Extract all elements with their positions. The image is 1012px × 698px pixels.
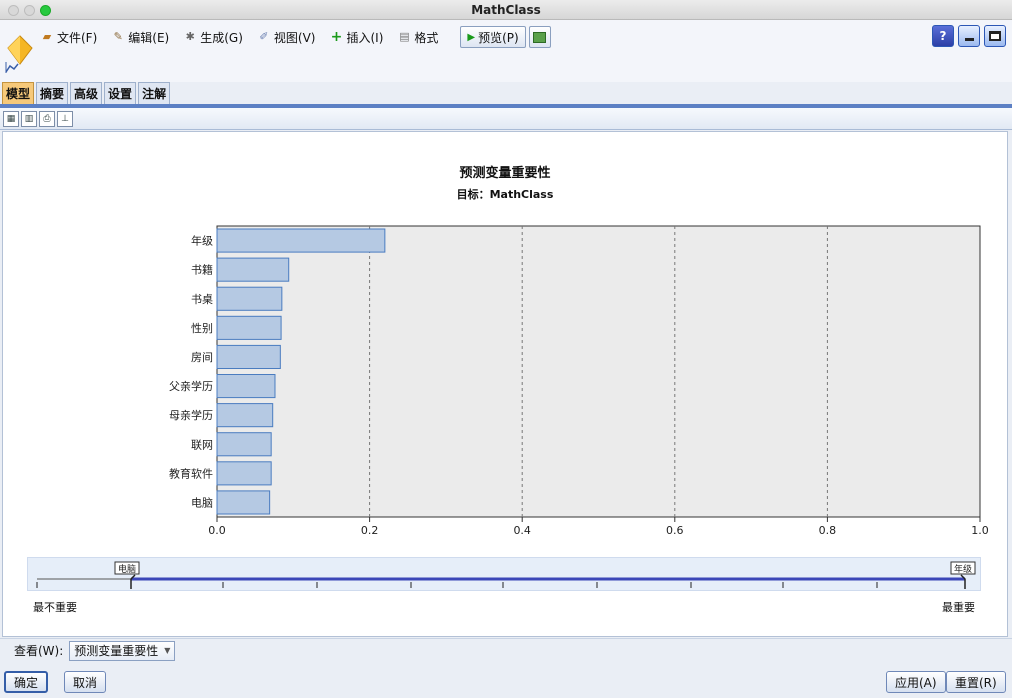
menu-file[interactable]: ▰ 文件(F) xyxy=(40,29,98,46)
tab-annotations[interactable]: 注解 xyxy=(138,82,171,104)
collapse-all-icon[interactable]: ▥ xyxy=(21,110,37,127)
category-label: 电脑 xyxy=(191,496,213,509)
bar xyxy=(216,490,271,515)
ok-button[interactable]: 确定 xyxy=(4,671,49,693)
window-title: MathClass xyxy=(471,3,541,17)
sub-toolbar: ▦ ▥ ⎙ ⊥ xyxy=(0,108,1012,130)
question-icon: ? xyxy=(939,29,947,43)
x-tick-label: 0.6 xyxy=(666,524,684,537)
help-button[interactable]: ? xyxy=(932,25,954,47)
x-tick-label: 0.4 xyxy=(513,524,531,537)
minimize-button[interactable] xyxy=(958,25,980,47)
play-icon: ▶ xyxy=(467,31,476,43)
view-label: 查看(W): xyxy=(14,644,64,658)
plot-area xyxy=(216,225,981,518)
tab-summary[interactable]: 摘要 xyxy=(36,82,69,104)
cancel-button[interactable]: 取消 xyxy=(64,671,107,693)
dialog-footer: 确定 取消 应用(A) 重置(R) xyxy=(0,664,1012,698)
folder-icon: ▰ xyxy=(42,30,52,43)
bar xyxy=(216,432,272,457)
tab-model[interactable]: 模型 xyxy=(2,82,35,104)
menu-area: ▰ 文件(F) ✎ 编辑(E) ✱ 生成(G) ✐ 视图(V) + 插入(I) … xyxy=(0,20,1012,82)
bar xyxy=(216,315,282,340)
menu-bar: ▰ 文件(F) ✎ 编辑(E) ✱ 生成(G) ✐ 视图(V) + 插入(I) … xyxy=(40,25,551,49)
x-tick-label: 0.0 xyxy=(208,524,226,537)
window-controls: ? xyxy=(932,25,1006,47)
title-bar: MathClass xyxy=(0,0,1012,20)
x-tick-label: 1.0 xyxy=(971,524,989,537)
export-button[interactable] xyxy=(528,26,551,48)
maximize-icon xyxy=(989,31,1001,41)
document-icon: ▤ xyxy=(399,30,410,43)
bar xyxy=(216,286,283,311)
bar xyxy=(216,257,290,282)
menu-generate[interactable]: ✱ 生成(G) xyxy=(183,29,243,46)
apply-button[interactable]: 应用(A) xyxy=(886,671,946,693)
x-tick-label: 0.8 xyxy=(819,524,837,537)
minimize-icon xyxy=(964,37,974,41)
menu-edit[interactable]: ✎ 编辑(E) xyxy=(111,29,170,46)
category-label: 书籍 xyxy=(191,263,213,277)
category-label: 房间 xyxy=(191,351,213,364)
least-important-label: 最不重要 xyxy=(33,601,77,614)
view-bar: 查看(W): 预测变量重要性 ▼ xyxy=(0,638,1012,662)
category-label: 母亲学历 xyxy=(169,408,213,422)
menu-format[interactable]: ▤ 格式 xyxy=(397,29,438,46)
category-label: 联网 xyxy=(191,438,213,451)
bar xyxy=(216,461,272,486)
print-icon[interactable]: ⎙ xyxy=(39,110,55,127)
view-selected-value: 预测变量重要性 xyxy=(74,644,159,658)
category-label: 父亲学历 xyxy=(169,379,213,393)
most-important-label: 最重要 xyxy=(942,601,975,614)
reset-button[interactable]: 重置(R) xyxy=(946,671,1006,693)
tree-icon[interactable]: ⊥ xyxy=(57,110,73,127)
bar xyxy=(216,228,386,253)
tab-advanced[interactable]: 高级 xyxy=(70,82,103,104)
x-tick-label: 0.2 xyxy=(361,524,379,537)
model-panel: 预测变量重要性 目标：MathClass 0.0 0.2 0.4 0.6 0.8 1.0 年… xyxy=(2,131,1008,637)
view-select[interactable]: 预测变量重要性 ▼ xyxy=(69,640,176,661)
category-label: 书桌 xyxy=(191,293,213,306)
maximize-button[interactable] xyxy=(984,25,1006,47)
importance-chart: 0.0 0.2 0.4 0.6 0.8 1.0 年级书籍书桌性别房间父亲学历母亲学历联网教育… xyxy=(169,225,989,537)
category-label: 性别 xyxy=(191,321,213,335)
importance-slider-panel xyxy=(27,557,981,591)
category-label: 教育软件 xyxy=(169,466,213,480)
generate-icon: ✱ xyxy=(185,30,195,43)
plus-icon: + xyxy=(330,29,343,45)
chevron-down-icon: ▼ xyxy=(164,646,171,655)
category-label: 年级 xyxy=(191,234,213,248)
expand-all-icon[interactable]: ▦ xyxy=(3,110,19,127)
spreadsheet-icon xyxy=(533,31,547,43)
edit-icon: ✎ xyxy=(113,30,123,43)
model-nugget-icon xyxy=(5,35,33,73)
tab-settings[interactable]: 设置 xyxy=(104,82,137,104)
menu-view[interactable]: ✐ 视图(V) xyxy=(257,29,315,46)
bar xyxy=(216,344,281,369)
bar xyxy=(216,374,276,399)
bar xyxy=(216,403,274,428)
menu-insert[interactable]: + 插入(I) xyxy=(329,29,384,46)
view-icon: ✐ xyxy=(259,30,269,43)
tab-strip: 模型 摘要 高级 设置 注解 xyxy=(2,82,172,104)
preview-button[interactable]: ▶ 预览(P) xyxy=(460,26,526,48)
